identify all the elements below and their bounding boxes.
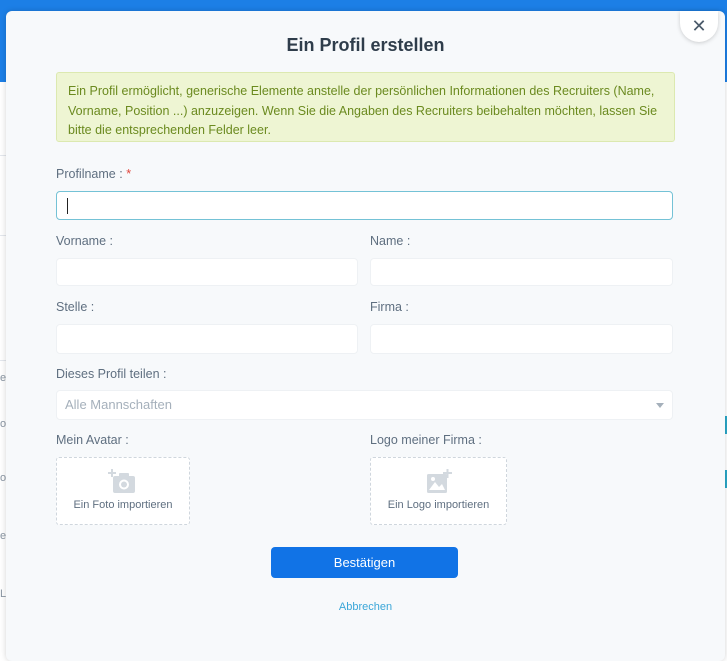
- share-select[interactable]: Alle Mannschaften: [56, 390, 673, 420]
- company-input[interactable]: [370, 324, 673, 354]
- import-logo-label: Ein Logo importieren: [387, 499, 490, 511]
- text-cursor: [67, 198, 68, 214]
- position-input[interactable]: [56, 324, 358, 354]
- camera-add-icon: [108, 469, 135, 493]
- chevron-down-icon: [656, 403, 664, 408]
- name-input[interactable]: [370, 258, 673, 286]
- required-marker: *: [126, 167, 132, 181]
- avatar-label: Mein Avatar :: [56, 433, 129, 447]
- image-add-icon: [426, 469, 452, 493]
- name-label: Name :: [370, 234, 411, 248]
- first-name-label: Vorname :: [56, 234, 113, 248]
- share-select-value: Alle Mannschaften: [65, 397, 172, 412]
- import-logo-button[interactable]: Ein Logo importieren: [370, 457, 507, 525]
- profile-name-label: Profilname : *: [56, 167, 131, 181]
- confirm-button[interactable]: Bestätigen: [271, 547, 458, 578]
- logo-label: Logo meiner Firma :: [370, 433, 482, 447]
- import-photo-label: Ein Foto importieren: [73, 499, 173, 511]
- info-notice: Ein Profil ermöglicht, generische Elemen…: [56, 72, 675, 142]
- profile-name-input[interactable]: [56, 191, 673, 220]
- position-label: Stelle :: [56, 300, 95, 314]
- share-label: Dieses Profil teilen :: [56, 367, 167, 381]
- close-icon: ✕: [691, 16, 707, 36]
- create-profile-modal: ✕ Ein Profil erstellen Ein Profil ermögl…: [6, 11, 725, 661]
- profile-name-label-text: Profilname :: [56, 167, 123, 181]
- first-name-input[interactable]: [56, 258, 358, 286]
- import-photo-button[interactable]: Ein Foto importieren: [56, 457, 190, 525]
- modal-title: Ein Profil erstellen: [286, 35, 445, 55]
- cancel-link[interactable]: Abbrechen: [6, 601, 725, 613]
- company-label: Firma :: [370, 300, 409, 314]
